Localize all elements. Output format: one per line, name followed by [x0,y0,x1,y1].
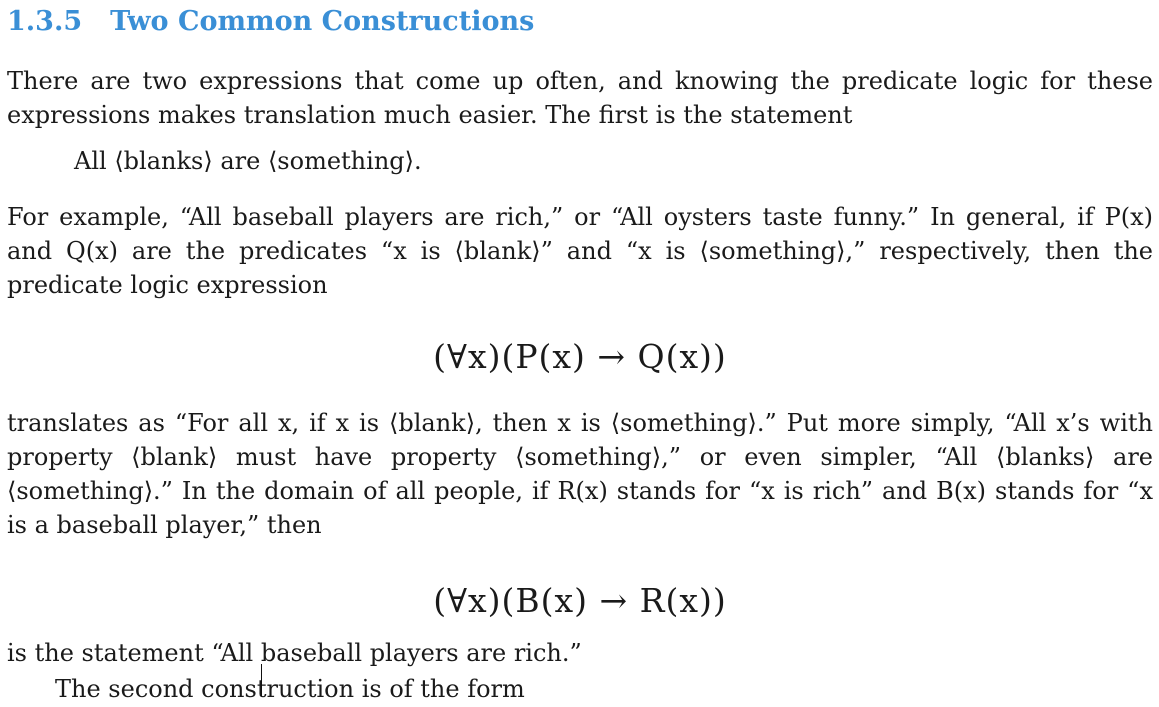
paragraph-example: For example, “All baseball players are r… [7,203,1153,299]
formula-display-1: (∀x)(P(x) → Q(x)) [433,337,727,376]
text-cursor [261,664,262,696]
indented-statement: All ⟨blanks⟩ are ⟨something⟩. [74,147,422,175]
section-title: Two Common Constructions [110,6,535,37]
document-page: 1.3.5 Two Common Constructions There are … [7,0,1153,706]
section-number: 1.3.5 [7,6,83,37]
section-heading: 1.3.5 Two Common Constructions [7,0,1153,40]
paragraph-second-construction: The second construction is of the form [55,675,525,703]
paragraph-conclusion: is the statement “All baseball players a… [7,639,582,667]
paragraph-translation: translates as “For all x, if x is ⟨blank… [7,409,1153,539]
formula-display-2: (∀x)(B(x) → R(x)) [433,581,727,620]
paragraph-intro: There are two expressions that come up o… [7,67,1153,129]
